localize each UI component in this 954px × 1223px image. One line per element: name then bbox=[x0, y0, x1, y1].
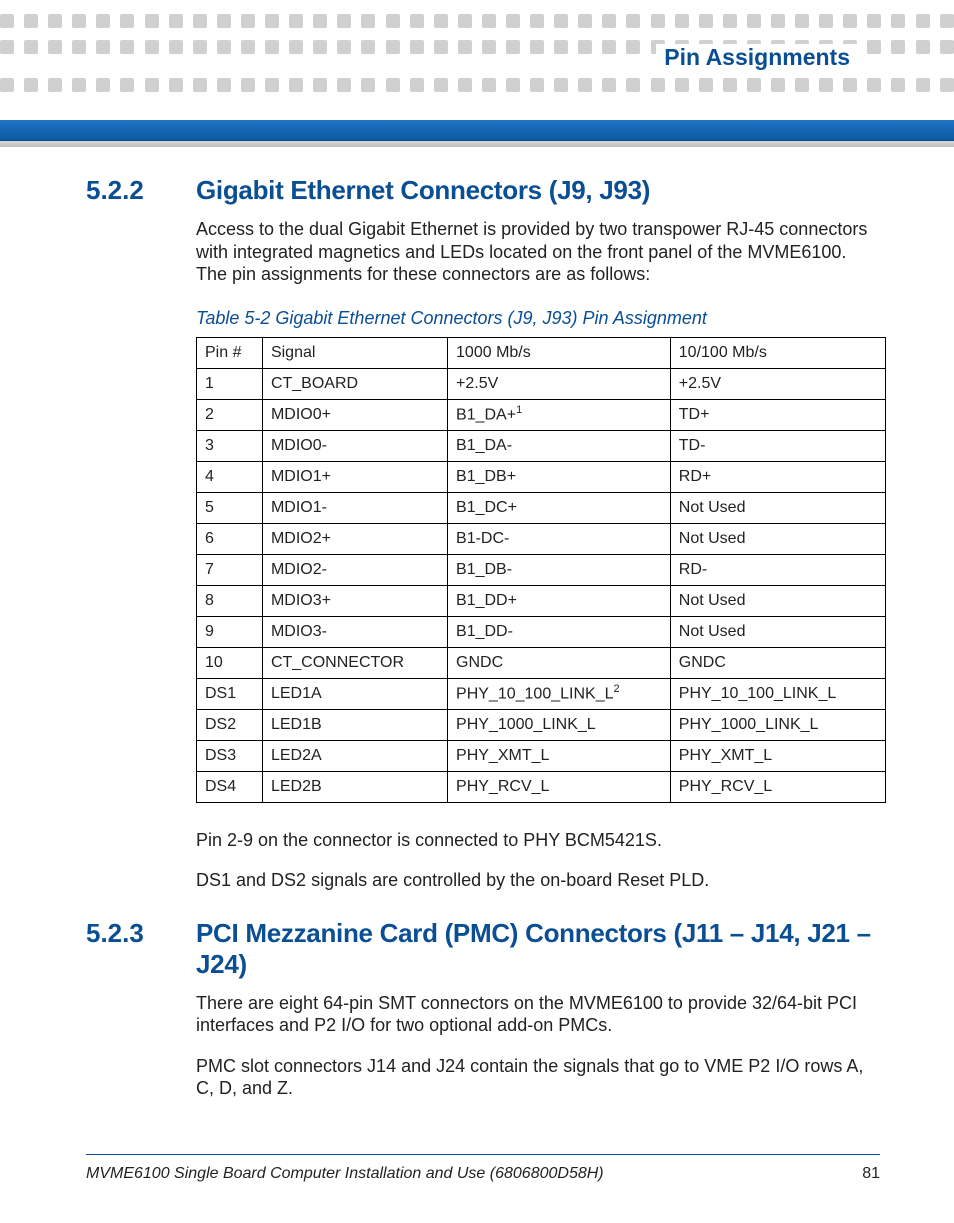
cell-signal: MDIO1- bbox=[262, 492, 447, 523]
table-header-row: Pin # Signal 1000 Mb/s 10/100 Mb/s bbox=[197, 337, 886, 368]
col-pin: Pin # bbox=[197, 337, 263, 368]
cell-pin: 6 bbox=[197, 523, 263, 554]
note-ds1-ds2: DS1 and DS2 signals are controlled by th… bbox=[196, 869, 880, 892]
cell-10-100mbs: TD+ bbox=[670, 399, 885, 430]
cell-1000mbs: PHY_XMT_L bbox=[448, 740, 671, 771]
cell-pin: 5 bbox=[197, 492, 263, 523]
table-row: DS1LED1APHY_10_100_LINK_L2PHY_10_100_LIN… bbox=[197, 678, 886, 709]
cell-10-100mbs: Not Used bbox=[670, 616, 885, 647]
cell-1000mbs: PHY_1000_LINK_L bbox=[448, 709, 671, 740]
cell-10-100mbs: PHY_1000_LINK_L bbox=[670, 709, 885, 740]
col-1000mbs: 1000 Mb/s bbox=[448, 337, 671, 368]
cell-1000mbs: B1_DD+ bbox=[448, 585, 671, 616]
cell-signal: LED1B bbox=[262, 709, 447, 740]
cell-pin: 1 bbox=[197, 368, 263, 399]
cell-signal: MDIO2- bbox=[262, 554, 447, 585]
table-row: 5MDIO1-B1_DC+Not Used bbox=[197, 492, 886, 523]
footnote-ref: 2 bbox=[613, 683, 619, 695]
table-row: 9MDIO3-B1_DD-Not Used bbox=[197, 616, 886, 647]
pin-assignment-table: Pin # Signal 1000 Mb/s 10/100 Mb/s 1CT_B… bbox=[196, 337, 886, 803]
cell-10-100mbs: PHY_10_100_LINK_L bbox=[670, 678, 885, 709]
cell-signal: MDIO3+ bbox=[262, 585, 447, 616]
cell-pin: 9 bbox=[197, 616, 263, 647]
cell-signal: MDIO3- bbox=[262, 616, 447, 647]
cell-1000mbs: B1_DD- bbox=[448, 616, 671, 647]
cell-1000mbs: B1_DC+ bbox=[448, 492, 671, 523]
cell-10-100mbs: TD- bbox=[670, 430, 885, 461]
table-row: 6MDIO2+B1-DC-Not Used bbox=[197, 523, 886, 554]
table-row: 8MDIO3+B1_DD+Not Used bbox=[197, 585, 886, 616]
table-row: 3MDIO0-B1_DA-TD- bbox=[197, 430, 886, 461]
cell-10-100mbs: RD+ bbox=[670, 461, 885, 492]
cell-1000mbs: B1_DB- bbox=[448, 554, 671, 585]
chapter-title: Pin Assignments bbox=[656, 44, 858, 71]
section-number: 5.2.3 bbox=[86, 918, 168, 949]
section-5-2-3-heading: 5.2.3 PCI Mezzanine Card (PMC) Connector… bbox=[86, 918, 880, 980]
cell-signal: LED2A bbox=[262, 740, 447, 771]
cell-1000mbs: +2.5V bbox=[448, 368, 671, 399]
cell-signal: MDIO1+ bbox=[262, 461, 447, 492]
cell-pin: 3 bbox=[197, 430, 263, 461]
section-intro: Access to the dual Gigabit Ethernet is p… bbox=[196, 218, 880, 286]
cell-1000mbs: B1_DB+ bbox=[448, 461, 671, 492]
cell-pin: 4 bbox=[197, 461, 263, 492]
table-row: 7MDIO2-B1_DB-RD- bbox=[197, 554, 886, 585]
cell-10-100mbs: +2.5V bbox=[670, 368, 885, 399]
header-grey-line bbox=[0, 141, 954, 147]
cell-10-100mbs: GNDC bbox=[670, 647, 885, 678]
header-blue-bar bbox=[0, 120, 954, 141]
footer-doc-title: MVME6100 Single Board Computer Installat… bbox=[86, 1165, 604, 1183]
cell-signal: MDIO2+ bbox=[262, 523, 447, 554]
section-5-2-2-heading: 5.2.2 Gigabit Ethernet Connectors (J9, J… bbox=[86, 175, 880, 206]
cell-pin: DS3 bbox=[197, 740, 263, 771]
table-row: 4MDIO1+B1_DB+RD+ bbox=[197, 461, 886, 492]
cell-pin: 7 bbox=[197, 554, 263, 585]
cell-1000mbs: B1_DA- bbox=[448, 430, 671, 461]
header-decor: Pin Assignments bbox=[0, 0, 954, 98]
footnote-ref: 1 bbox=[516, 404, 522, 416]
cell-signal: CT_CONNECTOR bbox=[262, 647, 447, 678]
section-title: PCI Mezzanine Card (PMC) Connectors (J11… bbox=[196, 918, 880, 980]
cell-1000mbs: GNDC bbox=[448, 647, 671, 678]
cell-pin: DS1 bbox=[197, 678, 263, 709]
section-title: Gigabit Ethernet Connectors (J9, J93) bbox=[196, 175, 650, 206]
cell-signal: MDIO0- bbox=[262, 430, 447, 461]
col-signal: Signal bbox=[262, 337, 447, 368]
table-row: 2MDIO0+B1_DA+1TD+ bbox=[197, 399, 886, 430]
col-10-100mbs: 10/100 Mb/s bbox=[670, 337, 885, 368]
table-row: DS4LED2BPHY_RCV_LPHY_RCV_L bbox=[197, 771, 886, 802]
table-row: DS2LED1BPHY_1000_LINK_LPHY_1000_LINK_L bbox=[197, 709, 886, 740]
cell-1000mbs: PHY_10_100_LINK_L2 bbox=[448, 678, 671, 709]
section2-p1: There are eight 64-pin SMT connectors on… bbox=[196, 992, 880, 1037]
page-footer: MVME6100 Single Board Computer Installat… bbox=[0, 1144, 954, 1223]
cell-10-100mbs: Not Used bbox=[670, 585, 885, 616]
cell-pin: DS2 bbox=[197, 709, 263, 740]
cell-10-100mbs: Not Used bbox=[670, 492, 885, 523]
cell-1000mbs: B1_DA+1 bbox=[448, 399, 671, 430]
table-row: 1CT_BOARD+2.5V+2.5V bbox=[197, 368, 886, 399]
note-pins-2-9: Pin 2-9 on the connector is connected to… bbox=[196, 829, 880, 852]
cell-pin: 10 bbox=[197, 647, 263, 678]
section-number: 5.2.2 bbox=[86, 175, 168, 206]
cell-signal: LED2B bbox=[262, 771, 447, 802]
cell-signal: CT_BOARD bbox=[262, 368, 447, 399]
table-row: DS3LED2APHY_XMT_LPHY_XMT_L bbox=[197, 740, 886, 771]
footer-page-number: 81 bbox=[862, 1165, 880, 1183]
cell-signal: LED1A bbox=[262, 678, 447, 709]
cell-pin: 2 bbox=[197, 399, 263, 430]
section2-p2: PMC slot connectors J14 and J24 contain … bbox=[196, 1055, 880, 1100]
table-row: 10CT_CONNECTORGNDCGNDC bbox=[197, 647, 886, 678]
cell-10-100mbs: RD- bbox=[670, 554, 885, 585]
cell-10-100mbs: PHY_XMT_L bbox=[670, 740, 885, 771]
cell-1000mbs: PHY_RCV_L bbox=[448, 771, 671, 802]
cell-pin: DS4 bbox=[197, 771, 263, 802]
cell-10-100mbs: Not Used bbox=[670, 523, 885, 554]
table-caption: Table 5-2 Gigabit Ethernet Connectors (J… bbox=[196, 308, 880, 329]
cell-1000mbs: B1-DC- bbox=[448, 523, 671, 554]
cell-pin: 8 bbox=[197, 585, 263, 616]
cell-10-100mbs: PHY_RCV_L bbox=[670, 771, 885, 802]
cell-signal: MDIO0+ bbox=[262, 399, 447, 430]
